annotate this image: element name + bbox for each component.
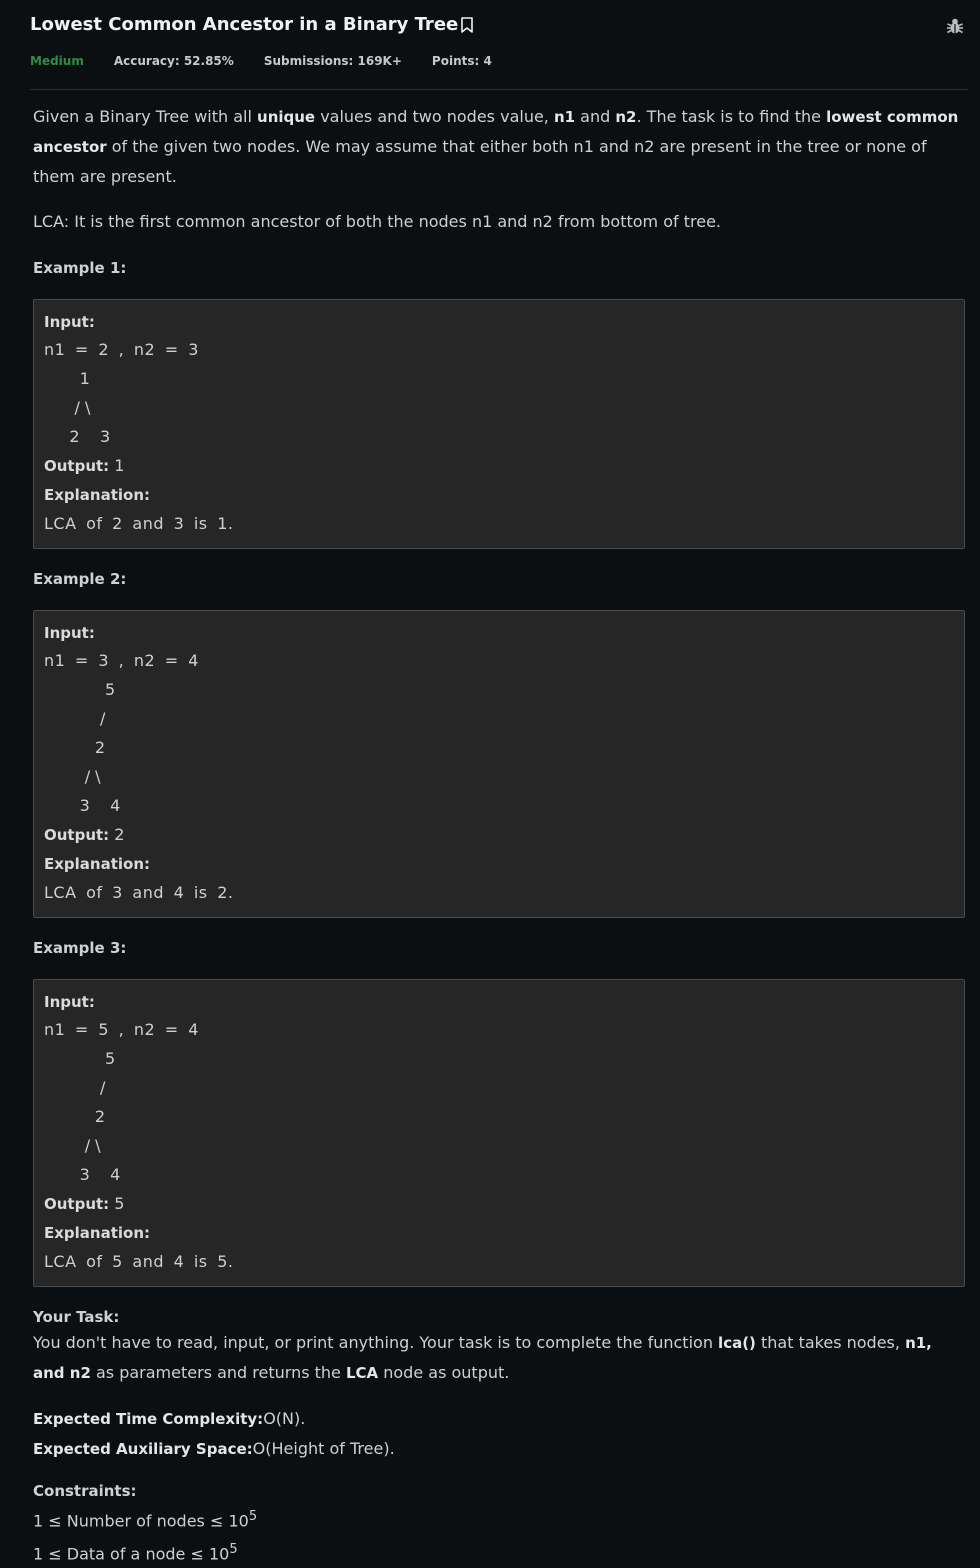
example-3-heading: Example 3: <box>33 939 127 957</box>
constraint-nodes: 1 ≤ Number of nodes ≤ 105 <box>33 1509 258 1531</box>
tree-line: 3 4 <box>44 796 121 815</box>
tree-line: / \ <box>44 398 91 417</box>
intro-paragraph: Given a Binary Tree with all unique valu… <box>33 107 959 186</box>
input-label: Input: <box>44 313 95 331</box>
constraint-data: 1 ≤ Data of a node ≤ 105 <box>33 1542 238 1564</box>
time-complexity-label: Expected Time Complexity: <box>33 1410 264 1428</box>
input-value: n1 = 5 , n2 = 4 <box>44 1020 199 1039</box>
input-value: n1 = 2 , n2 = 3 <box>44 340 199 359</box>
tree-line: 2 <box>44 1107 106 1126</box>
input-label: Input: <box>44 993 95 1011</box>
tree-line: 2 3 <box>44 427 111 446</box>
submissions-stat: Submissions: 169K+ <box>263 54 402 68</box>
output-value: 2 <box>109 825 125 844</box>
task-description: You don't have to read, input, or print … <box>33 1333 932 1382</box>
example-1-box: Input: n1 = 2 , n2 = 3 1 / \ 2 3 Output:… <box>33 299 965 549</box>
tree-line: / <box>44 1078 106 1097</box>
time-complexity: Expected Time Complexity:O(N). <box>33 1404 965 1434</box>
tree-line: 2 <box>44 738 106 757</box>
tree-line: 3 4 <box>44 1165 121 1184</box>
example-1-heading: Example 1: <box>33 259 127 277</box>
output-value: 5 <box>109 1194 125 1213</box>
example-3-box: Input: n1 = 5 , n2 = 4 5 / 2 / \ 3 4 Out… <box>33 979 965 1287</box>
problem-title-text: Lowest Common Ancestor in a Binary Tree <box>30 14 459 35</box>
accuracy-stat: Accuracy: 52.85% <box>113 54 234 68</box>
tree-line: 5 <box>44 1049 116 1068</box>
problem-page: Lowest Common Ancestor in a Binary Tree … <box>0 0 980 1568</box>
constraints-heading: Constraints: <box>33 1482 137 1500</box>
space-complexity-label: Expected Auxiliary Space: <box>33 1440 253 1458</box>
task-heading: Your Task: <box>33 1308 120 1326</box>
tree-line: 1 <box>44 369 90 388</box>
input-label: Input: <box>44 624 95 642</box>
lca-definition: LCA: It is the first common ancestor of … <box>33 212 721 231</box>
tree-line: / \ <box>44 767 101 786</box>
example-2-box: Input: n1 = 3 , n2 = 4 5 / 2 / \ 3 4 Out… <box>33 610 965 918</box>
problem-statement: Given a Binary Tree with all unique valu… <box>33 102 965 1568</box>
space-complexity: Expected Auxiliary Space:O(Height of Tre… <box>33 1434 965 1464</box>
explanation-label: Explanation: <box>44 486 151 504</box>
output-label: Output: <box>44 457 110 475</box>
bookmark-icon[interactable] <box>460 16 474 34</box>
tree-line: / \ <box>44 1136 101 1155</box>
bug-icon[interactable] <box>946 17 964 35</box>
header-divider <box>30 89 968 90</box>
output-value: 1 <box>109 456 125 475</box>
tree-line: / <box>44 709 106 728</box>
problem-title: Lowest Common Ancestor in a Binary Tree <box>30 14 474 35</box>
input-value: n1 = 3 , n2 = 4 <box>44 651 199 670</box>
explanation-text: LCA of 5 and 4 is 5. <box>44 1252 234 1271</box>
space-complexity-value: O(Height of Tree). <box>252 1439 395 1458</box>
output-label: Output: <box>44 1195 110 1213</box>
difficulty-badge: Medium <box>30 54 84 68</box>
example-2-heading: Example 2: <box>33 570 127 588</box>
points-stat: Points: 4 <box>431 54 492 68</box>
output-label: Output: <box>44 826 110 844</box>
time-complexity-value: O(N). <box>263 1409 306 1428</box>
explanation-text: LCA of 2 and 3 is 1. <box>44 514 234 533</box>
explanation-label: Explanation: <box>44 1224 151 1242</box>
tree-line: 5 <box>44 680 116 699</box>
problem-meta: Medium Accuracy: 52.85% Submissions: 169… <box>30 54 522 68</box>
explanation-label: Explanation: <box>44 855 151 873</box>
explanation-text: LCA of 3 and 4 is 2. <box>44 883 234 902</box>
